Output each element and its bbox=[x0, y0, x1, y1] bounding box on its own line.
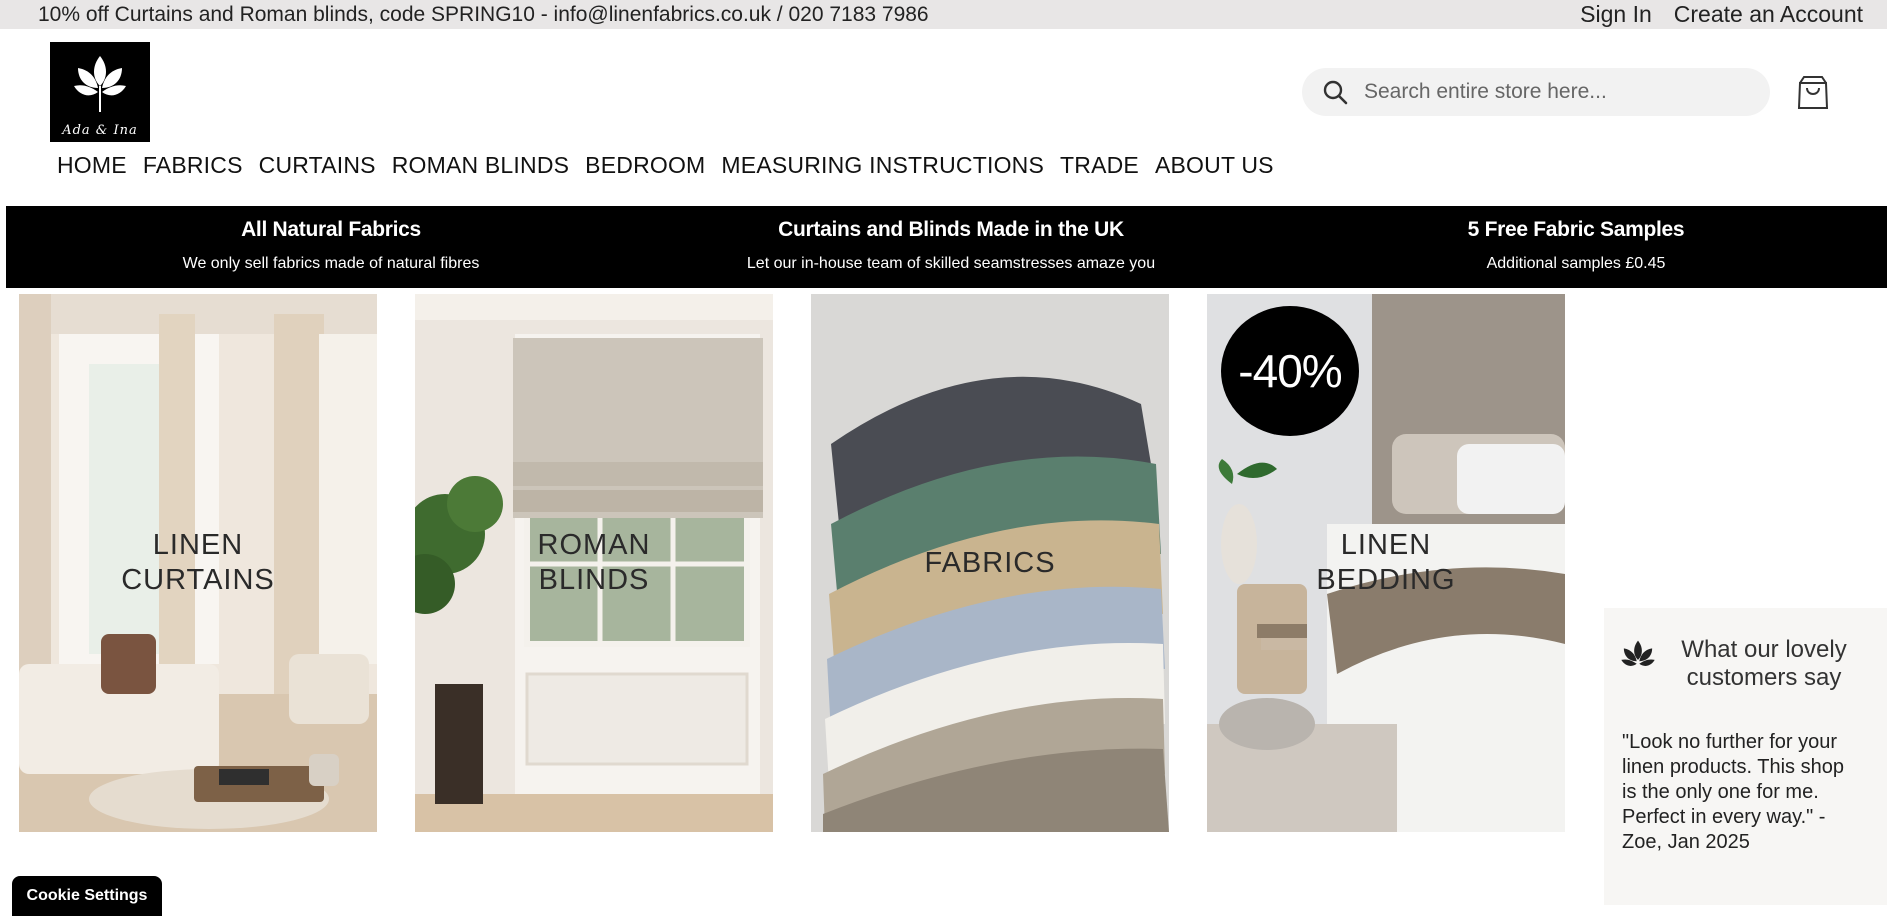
usp-title: 5 Free Fabric Samples bbox=[1467, 218, 1685, 241]
leaf-logo-icon bbox=[74, 56, 126, 112]
tile-label: LINEN CURTAINS bbox=[19, 528, 377, 598]
site-logo[interactable]: Ada & Ina bbox=[50, 42, 150, 142]
search-input[interactable] bbox=[1362, 79, 1766, 105]
testimonial-quote: "Look no further for your linen products… bbox=[1622, 731, 1844, 853]
tile-label: LINEN BEDDING bbox=[1207, 528, 1565, 598]
nav-about-us[interactable]: ABOUT US bbox=[1155, 152, 1274, 179]
nav-home[interactable]: HOME bbox=[57, 152, 127, 179]
account-links: Sign In Create an Account bbox=[1580, 0, 1863, 29]
usp-natural-fabrics: All Natural Fabrics We only sell fabrics… bbox=[31, 206, 631, 273]
leaf-logo-icon bbox=[1621, 640, 1655, 666]
testimonials-title: What our lovely customers say bbox=[1681, 636, 1847, 691]
promo-text: 10% off Curtains and Roman blinds, code … bbox=[38, 3, 929, 26]
tile-label-line: BLINDS bbox=[538, 564, 650, 596]
usp-made-in-uk: Curtains and Blinds Made in the UK Let o… bbox=[651, 206, 1251, 273]
tile-linen-bedding[interactable]: -40% LINEN BEDDING bbox=[1207, 294, 1565, 832]
tile-roman-blinds[interactable]: ROMAN BLINDS bbox=[415, 294, 773, 832]
testimonials-panel: What our lovely customers say "Look no f… bbox=[1604, 608, 1887, 905]
tile-label-line: CURTAINS bbox=[121, 564, 275, 596]
nav-trade[interactable]: TRADE bbox=[1060, 152, 1139, 179]
usp-subtitle: Additional samples £0.45 bbox=[1486, 255, 1666, 272]
tile-label-line: LINEN bbox=[152, 529, 244, 561]
logo-script: Ada & Ina bbox=[62, 123, 138, 138]
tile-linen-curtains[interactable]: LINEN CURTAINS bbox=[19, 294, 377, 832]
usp-subtitle: Let our in-house team of skilled seamstr… bbox=[746, 255, 1156, 272]
nav-bedroom[interactable]: BEDROOM bbox=[585, 152, 705, 179]
nav-measuring-instructions[interactable]: MEASURING INSTRUCTIONS bbox=[721, 152, 1044, 179]
discount-badge-text: -40% bbox=[1238, 345, 1342, 397]
tile-label-line: BEDDING bbox=[1316, 564, 1456, 596]
main-nav: HOME FABRICS CURTAINS ROMAN BLINDS BEDRO… bbox=[57, 152, 1290, 179]
usp-free-samples: 5 Free Fabric Samples Additional samples… bbox=[1276, 206, 1876, 273]
usp-title: All Natural Fabrics bbox=[241, 218, 421, 241]
tile-label-line: ROMAN bbox=[537, 529, 651, 561]
tile-label: FABRICS bbox=[811, 546, 1169, 581]
usp-bar: All Natural Fabrics We only sell fabrics… bbox=[6, 206, 1887, 288]
promo-bar: 10% off Curtains and Roman blinds, code … bbox=[0, 0, 1887, 29]
nav-curtains[interactable]: CURTAINS bbox=[259, 152, 376, 179]
nav-roman-blinds[interactable]: ROMAN BLINDS bbox=[392, 152, 569, 179]
tile-label: ROMAN BLINDS bbox=[415, 528, 773, 598]
search-icon[interactable] bbox=[1322, 79, 1348, 105]
tile-fabrics[interactable]: FABRICS bbox=[811, 294, 1169, 832]
cookie-settings-button[interactable]: Cookie Settings bbox=[12, 876, 162, 916]
tile-label-line: FABRICS bbox=[924, 547, 1056, 579]
usp-subtitle: We only sell fabrics made of natural fib… bbox=[182, 255, 480, 272]
shopping-bag-icon[interactable] bbox=[1796, 74, 1830, 110]
create-account-link[interactable]: Create an Account bbox=[1674, 0, 1863, 29]
search-bar bbox=[1302, 68, 1770, 116]
tile-label-line: LINEN bbox=[1340, 529, 1432, 561]
usp-title: Curtains and Blinds Made in the UK bbox=[778, 218, 1124, 241]
discount-badge: -40% bbox=[1221, 306, 1359, 436]
sign-in-link[interactable]: Sign In bbox=[1580, 0, 1652, 29]
nav-fabrics[interactable]: FABRICS bbox=[143, 152, 243, 179]
